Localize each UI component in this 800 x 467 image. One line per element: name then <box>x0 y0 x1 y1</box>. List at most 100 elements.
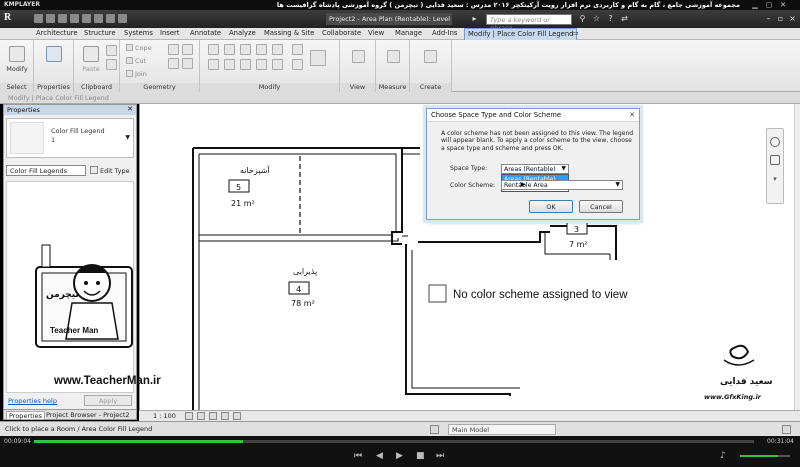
zoom-icon[interactable] <box>770 155 780 165</box>
dialog-close-icon[interactable]: ✕ <box>629 111 635 119</box>
split-face-icon[interactable] <box>182 44 193 55</box>
tab-massing-site[interactable]: Massing & Site <box>264 29 314 39</box>
tab-project-browser[interactable]: Project Browser - Project2 <box>44 411 132 420</box>
app-title-bar: R Project2 - Area Plan (Rentable): Level… <box>0 10 800 32</box>
panel-label-select[interactable]: Select <box>0 83 33 92</box>
app-restore-icon[interactable]: ▫ <box>776 14 785 23</box>
array-icon[interactable] <box>272 59 283 70</box>
properties-help-link[interactable]: Properties help <box>8 397 57 405</box>
rotate-icon[interactable] <box>240 59 251 70</box>
measure-tool-icon[interactable] <box>387 50 400 63</box>
visual-style-icon[interactable] <box>197 412 205 420</box>
maximize-icon[interactable]: ▢ <box>764 1 774 9</box>
cut-button[interactable]: Cut <box>126 57 146 65</box>
teacherman-url[interactable]: www.TeacherMan.ir <box>54 375 161 387</box>
3d-view-icon[interactable] <box>118 14 127 23</box>
wall-joins-icon[interactable] <box>168 44 179 55</box>
move-icon[interactable] <box>208 59 219 70</box>
undo-icon[interactable] <box>58 14 67 23</box>
seek-bar[interactable] <box>34 440 754 443</box>
tab-add-ins[interactable]: Add-Ins <box>432 29 457 39</box>
tab-annotate[interactable]: Annotate <box>190 29 221 39</box>
nav-menu-icon[interactable]: ▾ <box>770 175 780 185</box>
mirror-axis-icon[interactable] <box>240 44 251 55</box>
volume-icon[interactable]: ♪ <box>720 451 726 461</box>
ribbon-toggle-icon[interactable]: ▭ <box>572 29 579 39</box>
redo-icon[interactable] <box>70 14 79 23</box>
space-type-select[interactable]: Areas (Rentable) ▼ <box>501 164 569 174</box>
tab-manage[interactable]: Manage <box>395 29 422 39</box>
demolish-icon[interactable] <box>182 58 193 69</box>
modify-button[interactable]: Modify <box>6 46 28 73</box>
search-options-icon[interactable]: ▸ <box>470 14 479 23</box>
revit-logo-icon[interactable]: R <box>4 12 24 26</box>
properties-button[interactable] <box>43 46 65 65</box>
search-input[interactable]: Type a keyword or phrase <box>486 14 572 32</box>
worksets-icon[interactable] <box>430 425 439 434</box>
design-option-select[interactable]: Main Model <box>448 424 556 435</box>
view-scale[interactable]: 1 : 100 <box>153 412 176 420</box>
copy-clip-icon[interactable] <box>106 59 117 70</box>
paste-button[interactable]: Paste <box>80 46 102 73</box>
measure-icon[interactable] <box>94 14 103 23</box>
edit-type-button[interactable]: Edit Type <box>90 166 130 175</box>
steering-wheel-icon[interactable] <box>770 137 780 147</box>
mirror-draw-icon[interactable] <box>256 44 267 55</box>
previous-icon[interactable]: ⏮ <box>354 451 362 461</box>
exchange-icon[interactable]: ⇄ <box>620 14 629 23</box>
tab-systems[interactable]: Systems <box>124 29 153 39</box>
align-icon[interactable] <box>208 44 219 55</box>
close-icon[interactable]: ✕ <box>778 1 788 9</box>
cancel-button[interactable]: Cancel <box>579 200 623 213</box>
gfxking-url[interactable]: www.GfxKing.ir <box>704 393 761 401</box>
tab-insert[interactable]: Insert <box>160 29 180 39</box>
join-button[interactable]: Join <box>126 70 147 78</box>
split-icon[interactable] <box>272 44 283 55</box>
tab-modify-place-color-fill-legend[interactable]: Modify | Place Color Fill Legend <box>464 28 578 40</box>
search-icon[interactable]: ⚲ <box>578 14 587 23</box>
tab-structure[interactable]: Structure <box>84 29 116 39</box>
subscription-icon[interactable]: ☆ <box>592 14 601 23</box>
stop-icon[interactable]: ■ <box>416 451 425 461</box>
close-icon[interactable]: ✕ <box>127 105 133 113</box>
tab-architecture[interactable]: Architecture <box>36 29 78 39</box>
crop-view-icon[interactable] <box>233 412 241 420</box>
play-icon[interactable]: ▶ <box>396 451 403 461</box>
cut-clip-icon[interactable] <box>106 45 117 56</box>
type-selector[interactable]: Color Fill Legend 1 ▼ <box>6 118 134 158</box>
vertical-scrollbar[interactable] <box>794 104 800 410</box>
help-icon[interactable]: ? <box>606 14 615 23</box>
view-hide-icon[interactable] <box>352 50 365 63</box>
minimize-icon[interactable]: ▁ <box>750 1 760 9</box>
tab-properties[interactable]: Properties <box>6 411 45 420</box>
open-icon[interactable] <box>34 14 43 23</box>
ok-button[interactable]: OK <box>529 200 573 213</box>
volume-slider[interactable] <box>740 455 790 457</box>
tab-view[interactable]: View <box>368 29 384 39</box>
create-similar-icon[interactable] <box>424 50 437 63</box>
tab-analyze[interactable]: Analyze <box>229 29 256 39</box>
paint-icon[interactable] <box>168 58 179 69</box>
sun-path-icon[interactable] <box>209 412 217 420</box>
instance-filter-select[interactable]: Color Fill Legends <box>6 165 86 176</box>
next-icon[interactable]: ⏭ <box>436 451 444 461</box>
pin-icon[interactable] <box>292 59 303 70</box>
print-icon[interactable] <box>82 14 91 23</box>
app-close-icon[interactable]: × <box>788 14 797 23</box>
cope-button[interactable]: Cope <box>126 44 152 52</box>
text-icon[interactable] <box>106 14 115 23</box>
apply-button[interactable]: Apply <box>84 395 132 406</box>
save-icon[interactable] <box>46 14 55 23</box>
rewind-icon[interactable]: ◀ <box>376 451 383 461</box>
offset-icon[interactable] <box>224 44 235 55</box>
filter-icon[interactable] <box>782 425 791 434</box>
copy-icon[interactable] <box>224 59 235 70</box>
chevron-down-icon[interactable]: ▼ <box>125 134 130 141</box>
tab-collaborate[interactable]: Collaborate <box>322 29 361 39</box>
shadows-icon[interactable] <box>221 412 229 420</box>
detail-level-icon[interactable] <box>185 412 193 420</box>
app-minimize-icon[interactable]: – <box>764 14 773 23</box>
delete-icon[interactable] <box>310 50 326 66</box>
scale-icon[interactable] <box>292 44 303 55</box>
trim-icon[interactable] <box>256 59 267 70</box>
